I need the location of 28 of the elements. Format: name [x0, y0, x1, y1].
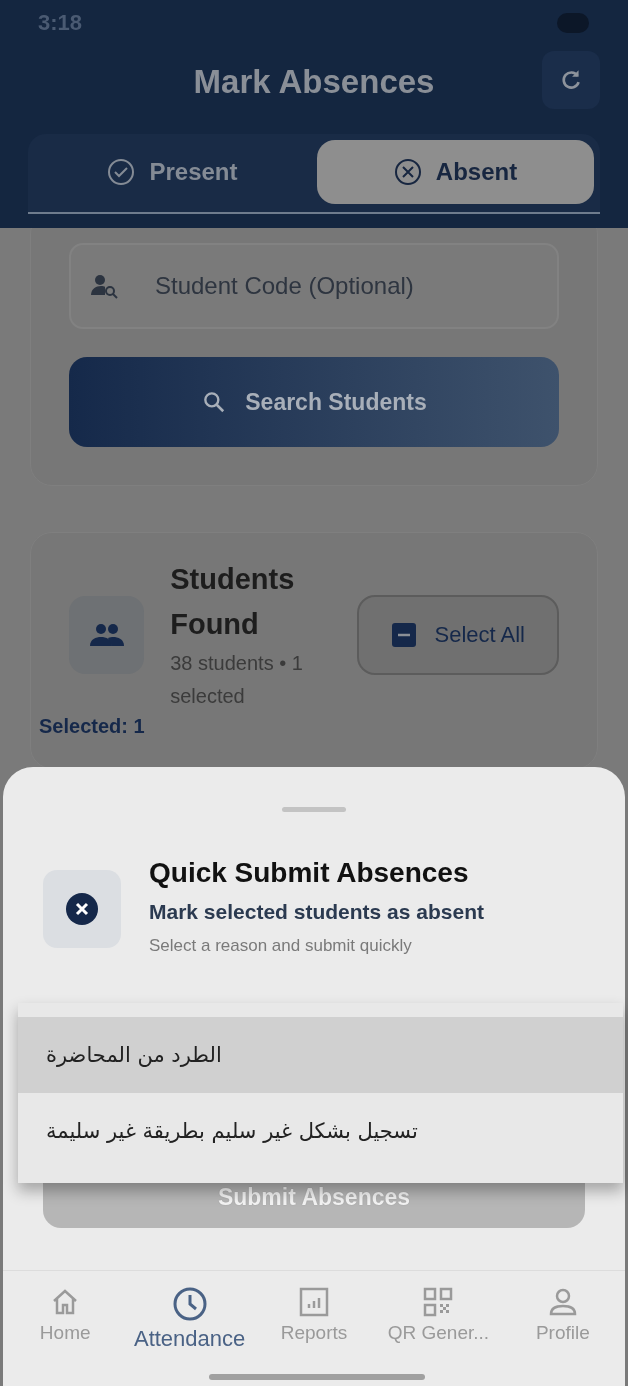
students-summary: 38 students • 1 selected — [170, 651, 304, 709]
checkbox-minus-icon — [390, 622, 417, 648]
students-found-title: Students Found — [170, 562, 296, 642]
nav-item[interactable]: Attendance — [127, 1285, 252, 1359]
nav-item[interactable]: Home — [3, 1285, 128, 1359]
select-all-button[interactable]: Select All — [356, 595, 559, 675]
search-students-button[interactable]: Search Students — [69, 357, 559, 447]
nav-item[interactable]: Profile — [500, 1285, 626, 1359]
status-tab[interactable]: Present — [34, 140, 311, 204]
sheet-hint: Select a reason and submit quickly — [149, 936, 413, 956]
screen-title: Mark Absences — [193, 63, 435, 101]
reason-option[interactable]: الطرد من المحاضرة — [18, 1017, 623, 1093]
sheet-subtitle: Mark selected students as absent — [149, 900, 484, 924]
refresh-button[interactable] — [542, 51, 600, 109]
selected-count: Selected: 1 — [39, 715, 146, 738]
bar-chart-icon — [298, 1286, 330, 1318]
qr-code-icon — [422, 1286, 455, 1318]
clock-icon — [171, 1286, 208, 1322]
cross-circle-icon — [393, 158, 422, 186]
check-circle-icon — [107, 158, 136, 186]
nav-item[interactable]: QR Gener... — [376, 1285, 501, 1359]
group-icon — [69, 596, 145, 674]
sheet-title: Quick Submit Absences — [149, 856, 470, 890]
status-tab[interactable]: Absent — [317, 140, 594, 204]
nav-item[interactable]: Reports — [251, 1285, 377, 1359]
drag-handle[interactable] — [282, 807, 346, 812]
student-code-field[interactable]: Student Code (Optional) — [69, 243, 559, 329]
cancel-icon — [43, 870, 121, 948]
